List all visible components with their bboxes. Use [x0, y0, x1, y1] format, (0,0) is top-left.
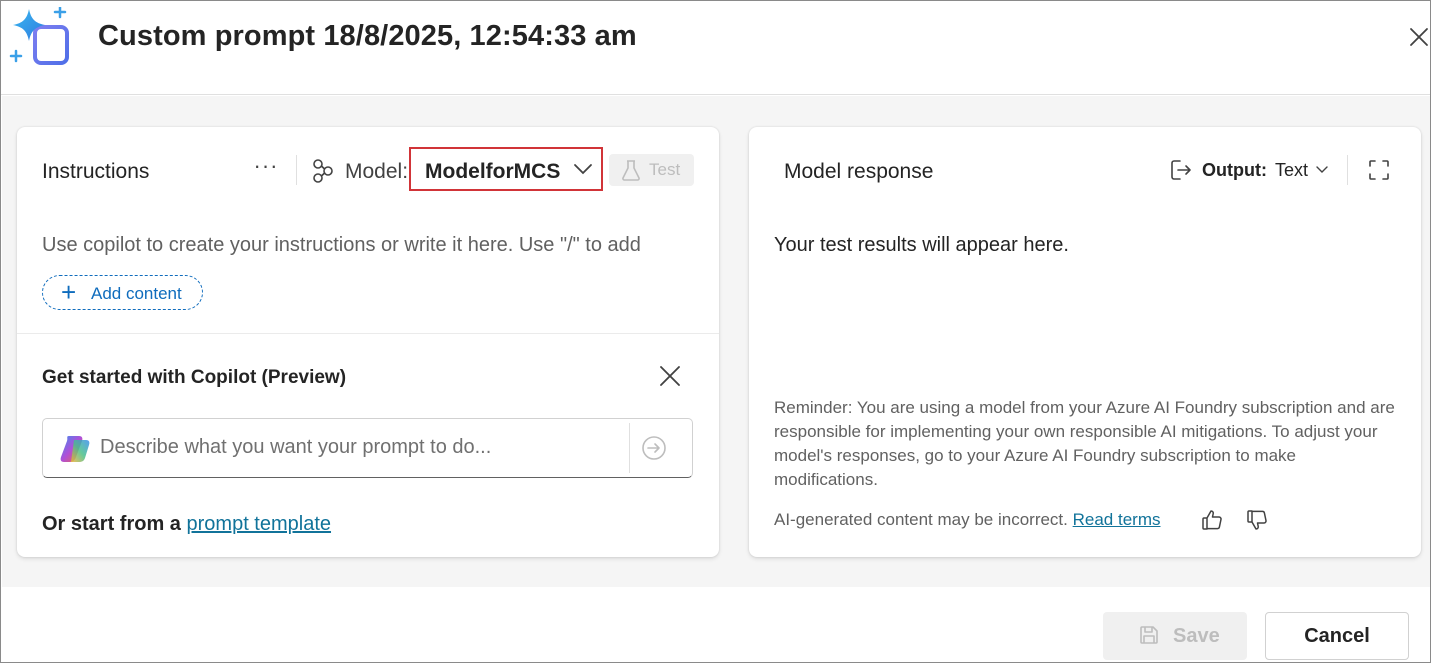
reminder-text: Reminder: You are using a model from you… — [774, 398, 1395, 489]
prompt-template-link[interactable]: prompt template — [187, 513, 332, 535]
add-content-button[interactable]: + Add content — [42, 275, 203, 310]
copilot-input-placeholder: Describe what you want your prompt to do… — [100, 436, 492, 458]
add-content-label: Add content — [91, 284, 182, 303]
copilot-section-title: Get started with Copilot (Preview) — [42, 367, 347, 388]
divider — [296, 155, 297, 185]
save-icon — [1140, 626, 1158, 644]
divider — [629, 423, 630, 473]
close-icon[interactable] — [1405, 23, 1431, 51]
cancel-button[interactable]: Cancel — [1265, 612, 1409, 660]
output-dropdown[interactable]: Text — [1275, 160, 1308, 181]
chevron-down-icon — [1316, 166, 1328, 173]
copilot-input[interactable]: Describe what you want your prompt to do… — [42, 418, 693, 478]
ai-note-text: AI-generated content may be incorrect. — [774, 510, 1068, 529]
expand-icon[interactable] — [1367, 158, 1391, 182]
model-response-title: Model response — [784, 160, 934, 183]
instructions-editor[interactable]: Use copilot to create your instructions … — [42, 234, 641, 257]
model-label: Model: — [345, 160, 409, 183]
output-icon — [1171, 160, 1191, 180]
model-dropdown[interactable]: ModelforMCS — [409, 147, 603, 191]
output-label: Output: — [1202, 160, 1267, 180]
save-button[interactable]: Save — [1103, 612, 1247, 660]
thumbs-up-icon[interactable] — [1200, 508, 1224, 532]
response-placeholder: Your test results will appear here. — [774, 234, 1069, 256]
divider — [17, 333, 719, 334]
instructions-card: Instructions ··· Model: ModelforMCS Test… — [17, 127, 719, 557]
start-prefix: Or start from a — [42, 513, 181, 535]
save-label: Save — [1173, 625, 1220, 647]
copilot-prompt-icon — [9, 7, 69, 65]
model-response-card: Model response Output: Text Your test re… — [749, 127, 1421, 557]
dialog: Custom prompt 18/8/2025, 12:54:33 am Ins… — [0, 0, 1431, 663]
model-value: ModelforMCS — [425, 160, 561, 183]
dialog-header: Custom prompt 18/8/2025, 12:54:33 am — [1, 1, 1430, 95]
thumbs-down-icon[interactable] — [1245, 508, 1269, 532]
model-icon — [313, 159, 333, 183]
divider — [1347, 155, 1348, 185]
instructions-title: Instructions — [42, 160, 150, 183]
chevron-down-icon — [574, 164, 592, 175]
test-label: Test — [649, 160, 681, 179]
start-from-template: Or start from a prompt template — [42, 513, 331, 536]
test-button[interactable]: Test — [609, 154, 694, 186]
send-icon[interactable] — [641, 435, 667, 461]
plus-icon: + — [61, 277, 77, 307]
more-icon[interactable]: ··· — [253, 155, 279, 183]
dialog-title: Custom prompt 18/8/2025, 12:54:33 am — [98, 20, 637, 52]
ai-disclaimer: AI-generated content may be incorrect. R… — [774, 510, 1161, 530]
beaker-icon — [622, 160, 640, 181]
close-icon[interactable] — [657, 363, 683, 389]
read-terms-link[interactable]: Read terms — [1073, 510, 1161, 529]
copilot-logo-icon — [60, 436, 90, 462]
